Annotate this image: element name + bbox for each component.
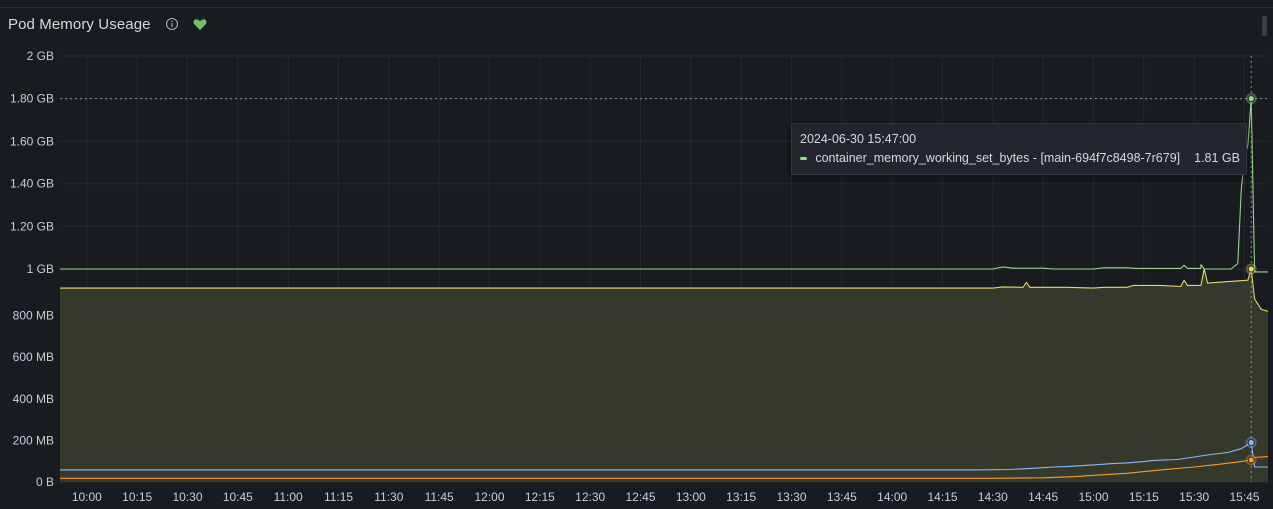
y-tick-label: 1.20 GB (10, 219, 54, 233)
x-tick-label: 14:45 (1028, 490, 1058, 504)
x-tick-label: 15:45 (1229, 490, 1259, 504)
hover-marker-3 (1247, 456, 1255, 464)
x-tick-label: 13:30 (776, 490, 806, 504)
x-axis-ticks: 10:00 10:15 10:30 10:45 11:00 11:15 11:30 11:45… (72, 490, 1260, 504)
x-tick-label: 10:15 (122, 490, 152, 504)
y-tick-label: 2 GB (27, 49, 54, 63)
hover-marker-2 (1247, 439, 1255, 446)
x-tick-label: 14:30 (978, 490, 1008, 504)
series-fill (60, 269, 1268, 482)
x-tick-label: 12:15 (525, 490, 555, 504)
y-tick-label: 600 MB (13, 350, 54, 364)
tooltip-series-swatch (800, 156, 808, 160)
y-tick-label: 0 B (36, 475, 54, 489)
x-tick-label: 10:45 (223, 490, 253, 504)
tooltip-series-name: container_memory_working_set_bytes - [ma… (815, 151, 1181, 165)
x-tick-label: 11:15 (324, 490, 353, 504)
y-tick-label: 800 MB (13, 309, 54, 323)
x-tick-label: 12:45 (625, 490, 655, 504)
hover-tooltip: 2024-06-30 15:47:00 container_memory_wor… (791, 123, 1247, 175)
x-tick-label: 11:30 (374, 490, 403, 504)
memory-chart: 2 GB 1.80 GB 1.60 GB 1.40 GB 1.20 GB 1 GB 800 … (10, 49, 1269, 504)
tooltip-row: container_memory_working_set_bytes - [ma… (800, 151, 1240, 165)
hover-marker-0 (1247, 95, 1255, 103)
x-tick-label: 15:30 (1179, 490, 1209, 504)
x-tick-label: 14:15 (927, 490, 957, 504)
x-tick-label: 13:00 (676, 490, 706, 504)
y-tick-label: 1.40 GB (10, 177, 54, 191)
tooltip-series-value: 1.81 GB (1194, 151, 1240, 165)
y-tick-label: 200 MB (13, 433, 54, 447)
x-tick-label: 10:00 (72, 490, 102, 504)
hover-marker-1 (1247, 265, 1255, 273)
x-tick-label: 12:00 (474, 490, 504, 504)
x-tick-label: 11:45 (425, 490, 454, 504)
x-tick-label: 10:30 (172, 490, 202, 504)
series-area-1 (60, 269, 1268, 482)
y-tick-label: 400 MB (13, 392, 54, 406)
x-tick-label: 15:15 (1129, 490, 1159, 504)
x-tick-label: 14:00 (877, 490, 907, 504)
tooltip-time: 2024-06-30 15:47:00 (800, 132, 917, 146)
y-axis-ticks: 2 GB 1.80 GB 1.60 GB 1.40 GB 1.20 GB 1 GB 800 … (10, 49, 54, 489)
y-tick-label: 1 GB (27, 262, 54, 276)
y-tick-label: 1.80 GB (10, 92, 54, 106)
x-tick-label: 11:00 (274, 490, 303, 504)
x-tick-label: 12:30 (575, 490, 605, 504)
x-tick-label: 13:45 (827, 490, 857, 504)
x-tick-label: 15:00 (1078, 490, 1108, 504)
x-tick-label: 13:15 (726, 490, 756, 504)
y-tick-label: 1.60 GB (10, 134, 54, 148)
